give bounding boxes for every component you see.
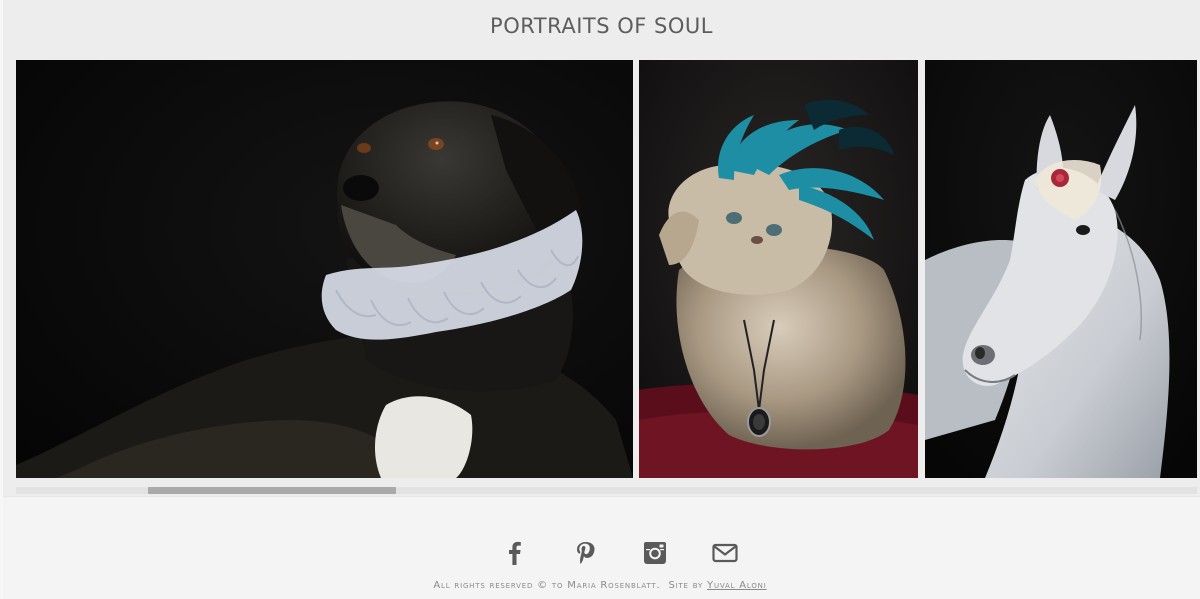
photo-cat-portrait[interactable] xyxy=(639,60,918,478)
copyright-notice: All rights reserved © to Maria Rosenblat… xyxy=(0,580,1200,591)
social-links xyxy=(0,538,1200,568)
dog-portrait-image xyxy=(16,60,633,478)
copyright-text: All rights reserved © to Maria Rosenblat… xyxy=(433,580,661,591)
site-by-link[interactable]: Yuval Aloni xyxy=(707,580,767,591)
photo-gallery[interactable] xyxy=(16,60,1197,478)
instagram-icon[interactable] xyxy=(640,538,670,568)
cat-portrait-image xyxy=(639,60,918,478)
photo-horse-portrait[interactable] xyxy=(925,60,1197,478)
photo-dog-portrait[interactable] xyxy=(16,60,633,478)
email-icon[interactable] xyxy=(710,538,740,568)
horse-portrait-image xyxy=(925,60,1197,478)
pinterest-icon[interactable] xyxy=(570,538,600,568)
site-by-label: Site by xyxy=(668,580,704,591)
page-title: PORTRAITS OF SOUL xyxy=(490,14,713,38)
facebook-icon[interactable] xyxy=(500,538,530,568)
gallery-scrollbar-thumb[interactable] xyxy=(148,487,396,494)
